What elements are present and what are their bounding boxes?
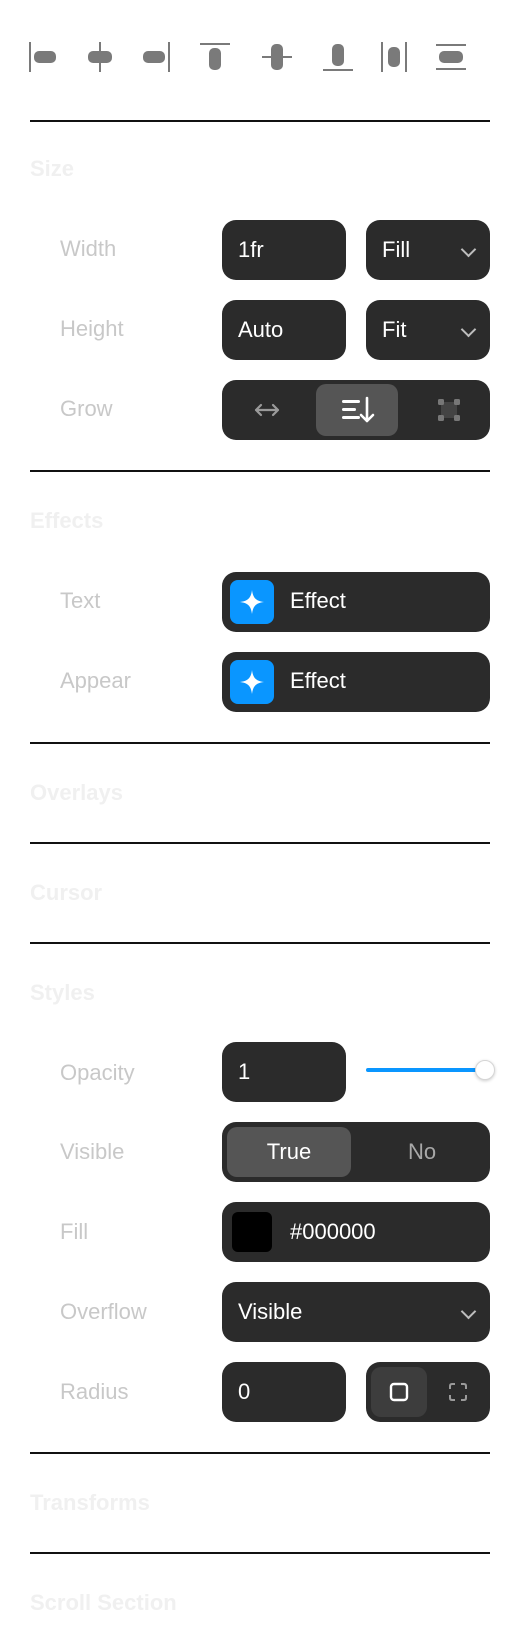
width-label: Width xyxy=(60,236,117,261)
width-input[interactable]: 1fr xyxy=(222,220,346,280)
section-title-styles[interactable]: Styles xyxy=(30,980,95,1006)
appear-effect-value: Effect xyxy=(290,668,346,693)
chevron-down-icon xyxy=(460,1303,477,1320)
radius-individual-icon[interactable] xyxy=(447,1381,469,1403)
opacity-slider-track[interactable] xyxy=(366,1060,495,1080)
visible-no-option[interactable]: No xyxy=(360,1139,484,1165)
opacity-input[interactable]: 1 xyxy=(222,1042,346,1102)
width-mode-value: Fill xyxy=(382,237,411,262)
section-title-size[interactable]: Size xyxy=(30,156,74,182)
height-label: Height xyxy=(60,316,124,341)
section-title-transforms[interactable]: Transforms xyxy=(30,1490,150,1516)
fill-label: Fill xyxy=(60,1219,89,1244)
width-mode-select[interactable]: Fill xyxy=(366,220,490,280)
align-right-icon[interactable] xyxy=(139,40,173,74)
divider xyxy=(30,120,490,122)
text-effect-value: Effect xyxy=(290,588,346,613)
overflow-select[interactable]: Visible xyxy=(222,1282,490,1342)
divider xyxy=(30,1552,490,1554)
section-title-cursor[interactable]: Cursor xyxy=(30,880,102,906)
horizontal-arrows-icon[interactable] xyxy=(252,396,282,424)
height-input[interactable]: Auto xyxy=(222,300,346,360)
section-title-effects[interactable]: Effects xyxy=(30,508,103,534)
radius-input[interactable]: 0 xyxy=(222,1362,346,1422)
sparkle-icon xyxy=(230,580,274,624)
text-sort-down-icon[interactable] xyxy=(340,395,376,425)
opacity-slider-fill xyxy=(366,1068,484,1072)
align-left-icon[interactable] xyxy=(26,40,60,74)
divider xyxy=(30,842,490,844)
fill-color-swatch xyxy=(232,1212,272,1252)
section-title-overlays[interactable]: Overlays xyxy=(30,780,123,806)
height-mode-select[interactable]: Fit xyxy=(366,300,490,360)
chevron-down-icon xyxy=(460,241,477,258)
opacity-slider-thumb[interactable] xyxy=(475,1060,495,1080)
resize-corners-icon[interactable] xyxy=(436,397,462,423)
fill-color-button[interactable]: #000000 xyxy=(222,1202,490,1262)
fill-color-value: #000000 xyxy=(290,1219,376,1244)
appear-effect-label: Appear xyxy=(60,668,131,693)
radius-value: 0 xyxy=(238,1379,251,1404)
section-title-scroll-section[interactable]: Scroll Section xyxy=(30,1590,177,1616)
opacity-value: 1 xyxy=(238,1059,251,1084)
appear-effect-button[interactable]: Effect xyxy=(222,652,490,712)
divider xyxy=(30,470,490,472)
radius-label: Radius xyxy=(60,1379,129,1404)
align-top-icon[interactable] xyxy=(198,40,232,74)
grow-label: Grow xyxy=(60,396,113,421)
visible-label: Visible xyxy=(60,1139,125,1164)
sparkle-icon xyxy=(230,660,274,704)
divider xyxy=(30,742,490,744)
divider xyxy=(30,942,490,944)
width-value: 1fr xyxy=(238,237,264,262)
radius-all-icon[interactable] xyxy=(388,1381,410,1403)
distribute-vertical-icon[interactable] xyxy=(434,40,468,74)
align-center-horizontal-icon[interactable] xyxy=(83,40,117,74)
visible-true-option[interactable]: True xyxy=(227,1139,351,1165)
divider xyxy=(30,1452,490,1454)
distribute-horizontal-icon[interactable] xyxy=(377,40,411,74)
radius-mode-toggle xyxy=(366,1362,490,1422)
grow-segmented-control xyxy=(222,380,490,440)
height-mode-value: Fit xyxy=(382,317,407,342)
overflow-label: Overflow xyxy=(60,1299,147,1324)
text-effect-label: Text xyxy=(60,588,101,613)
visible-segmented-control: True No xyxy=(222,1122,490,1182)
opacity-label: Opacity xyxy=(60,1060,135,1085)
text-effect-button[interactable]: Effect xyxy=(222,572,490,632)
height-value: Auto xyxy=(238,317,284,342)
align-bottom-icon[interactable] xyxy=(321,40,355,74)
align-center-vertical-icon[interactable] xyxy=(260,40,294,74)
chevron-down-icon xyxy=(460,321,477,338)
overflow-value: Visible xyxy=(238,1299,303,1324)
